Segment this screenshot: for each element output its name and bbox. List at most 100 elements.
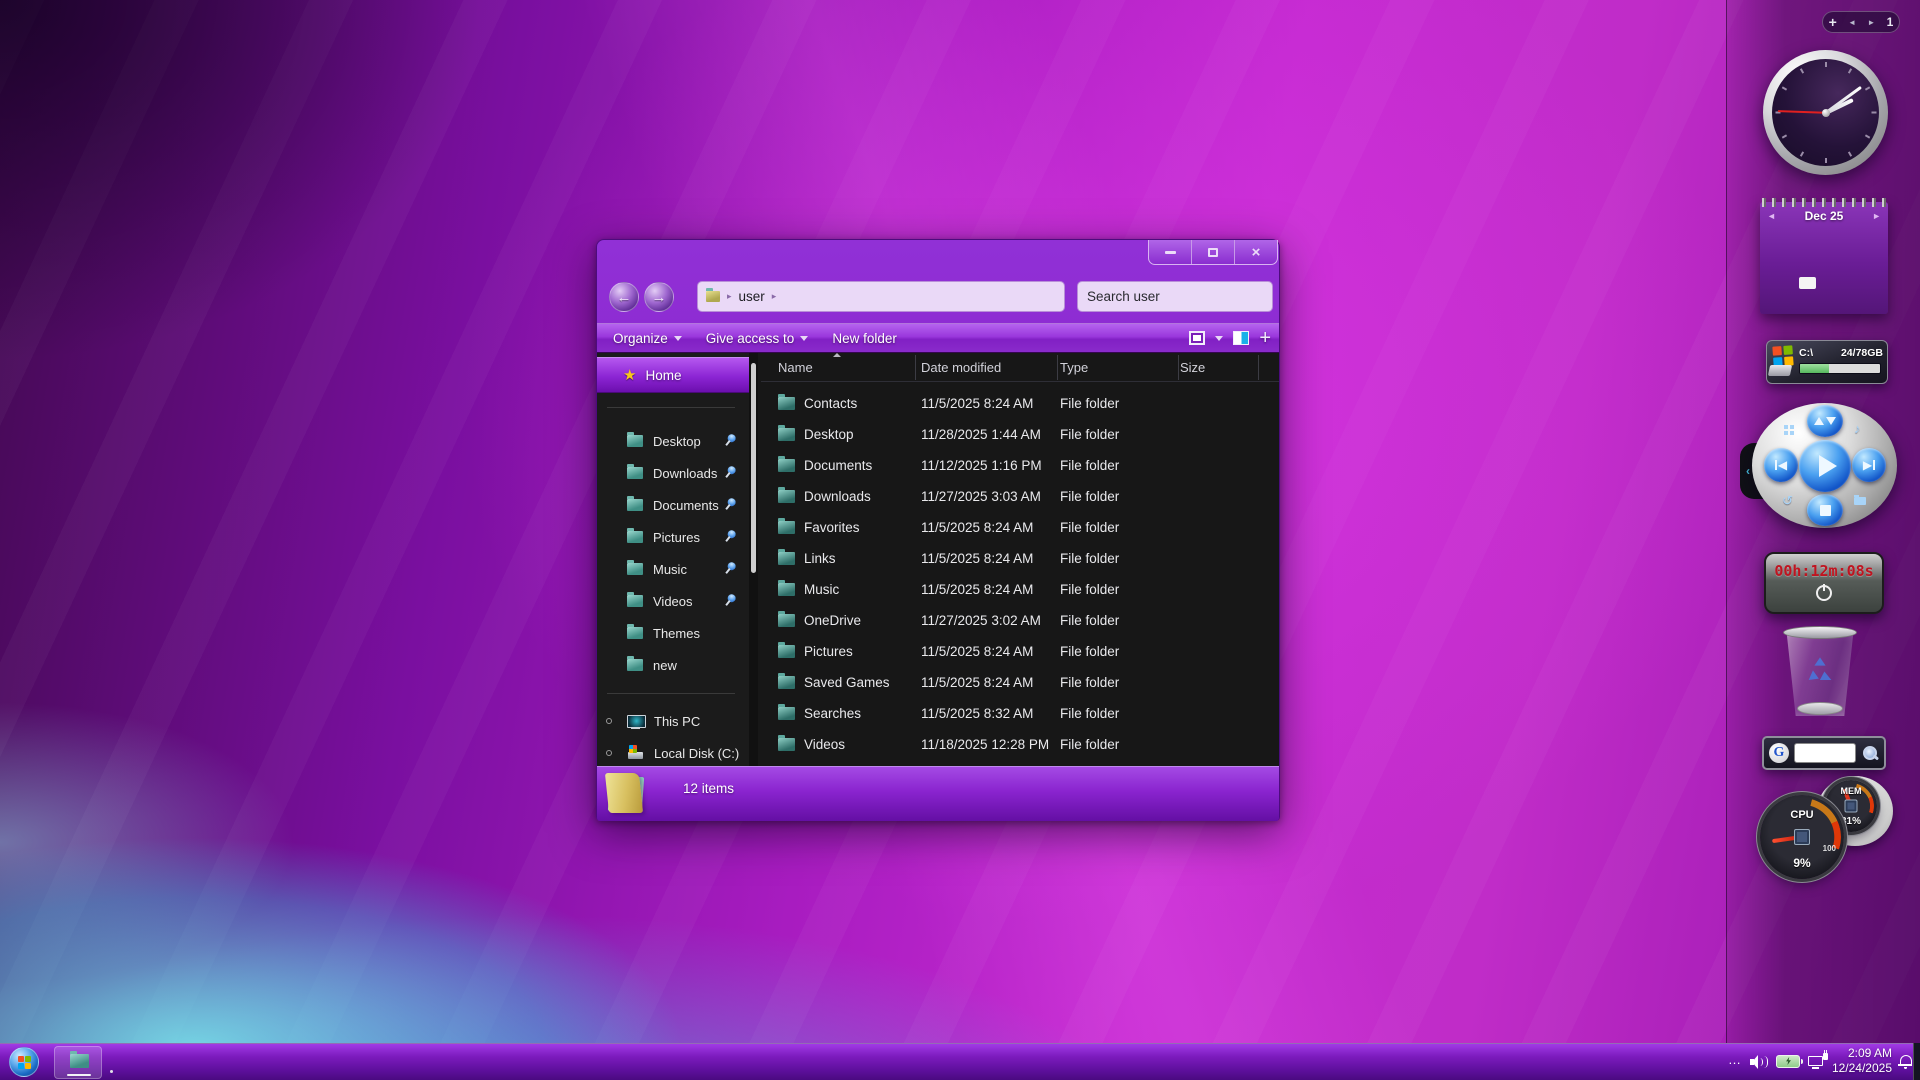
- chevron-down-icon[interactable]: [1215, 335, 1224, 341]
- sidebar-item[interactable]: Videos: [597, 585, 749, 617]
- file-row[interactable]: Documents 11/12/2025 1:16 PM File folder: [761, 450, 1279, 481]
- give-access-button[interactable]: Give access to: [694, 324, 821, 352]
- calendar-date[interactable]: [1866, 277, 1883, 290]
- calendar-next-button[interactable]: ►: [1872, 211, 1881, 221]
- file-row[interactable]: Music 11/5/2025 8:24 AM File folder: [761, 574, 1279, 605]
- calendar-date[interactable]: [1798, 276, 1816, 289]
- scrollbar-thumb[interactable]: [751, 363, 756, 573]
- sidebar-item-home[interactable]: ★ Home: [597, 357, 749, 393]
- file-row[interactable]: OneDrive 11/27/2025 3:02 AM File folder: [761, 605, 1279, 636]
- calendar-date[interactable]: [1832, 277, 1849, 290]
- column-header-type[interactable]: Type: [1052, 360, 1172, 375]
- file-row[interactable]: Links 11/5/2025 8:24 AM File folder: [761, 543, 1279, 574]
- minimize-button[interactable]: [1149, 240, 1192, 264]
- volume-icon[interactable]: [1750, 1055, 1768, 1069]
- search-input[interactable]: [1087, 289, 1263, 304]
- next-page-button[interactable]: ►: [1867, 18, 1875, 27]
- calendar-date[interactable]: [1765, 239, 1782, 252]
- calendar-date[interactable]: [1765, 277, 1782, 290]
- back-button[interactable]: ←: [609, 282, 639, 312]
- file-explorer-task-button[interactable]: [54, 1046, 102, 1079]
- expander-icon[interactable]: [606, 718, 612, 724]
- column-separator[interactable]: [1057, 355, 1058, 380]
- file-row[interactable]: Videos 11/18/2025 12:28 PM File folder: [761, 729, 1279, 760]
- calendar-date[interactable]: [1816, 277, 1833, 290]
- forward-button[interactable]: →: [644, 282, 674, 312]
- sidebar-item[interactable]: Documents: [597, 489, 749, 521]
- music-note-icon[interactable]: ♪: [1854, 421, 1861, 436]
- calendar-date[interactable]: [1765, 289, 1782, 302]
- prev-page-button[interactable]: ◄: [1848, 18, 1856, 27]
- calendar-date[interactable]: [1816, 239, 1833, 252]
- expand-ribbon-button[interactable]: +: [1259, 328, 1271, 348]
- recycle-bin[interactable]: [1782, 626, 1858, 720]
- explorer-window[interactable]: × ← → ▸ user ▸ Organize Give access to: [596, 239, 1280, 821]
- battery-icon[interactable]: [1776, 1055, 1803, 1068]
- file-row[interactable]: Downloads 11/27/2025 3:03 AM File folder: [761, 481, 1279, 512]
- sidebar-item-this-pc[interactable]: This PC: [597, 705, 749, 737]
- calendar-date[interactable]: [1849, 252, 1866, 265]
- playlist-grid-icon[interactable]: [1784, 425, 1788, 429]
- calendar-date[interactable]: [1782, 239, 1799, 252]
- previous-track-button[interactable]: ◀: [1764, 448, 1798, 482]
- calendar-date[interactable]: [1816, 264, 1833, 277]
- calendar-date[interactable]: [1866, 239, 1883, 252]
- column-header-size[interactable]: Size: [1172, 360, 1245, 375]
- tray-clock[interactable]: 2:09 AM 12/24/2025: [1832, 1046, 1892, 1076]
- calendar-date[interactable]: [1799, 289, 1816, 302]
- calendar-date[interactable]: [1849, 264, 1866, 277]
- column-header-date[interactable]: Date modified: [915, 360, 1052, 375]
- calendar-date[interactable]: [1849, 277, 1866, 290]
- calendar-date[interactable]: [1782, 277, 1799, 290]
- file-row[interactable]: Searches 11/5/2025 8:32 AM File folder: [761, 698, 1279, 729]
- calendar-date[interactable]: [1866, 264, 1883, 277]
- open-folder-icon[interactable]: [1854, 495, 1866, 505]
- sidebar-scrollbar[interactable]: [749, 353, 758, 766]
- repeat-icon[interactable]: ↺: [1782, 493, 1793, 509]
- calendar-date[interactable]: [1782, 289, 1799, 302]
- calendar-date[interactable]: [1799, 239, 1816, 252]
- sidebar-item-local-disk[interactable]: Local Disk (C:): [597, 737, 749, 766]
- column-header-name[interactable]: Name: [761, 360, 915, 375]
- play-button[interactable]: [1799, 440, 1851, 492]
- tray-overflow-button[interactable]: …: [1728, 1052, 1742, 1067]
- file-row[interactable]: Favorites 11/5/2025 8:24 AM File folder: [761, 512, 1279, 543]
- calendar-date[interactable]: [1765, 252, 1782, 265]
- address-bar[interactable]: ▸ user ▸: [697, 281, 1065, 312]
- sidebar-item[interactable]: Desktop: [597, 425, 749, 457]
- close-button[interactable]: ×: [1235, 240, 1277, 264]
- sidebar-item[interactable]: Downloads: [597, 457, 749, 489]
- sidebar-item[interactable]: Pictures: [597, 521, 749, 553]
- calendar-date[interactable]: [1832, 239, 1849, 252]
- calendar-date[interactable]: [1782, 264, 1799, 277]
- calendar-date[interactable]: [1799, 264, 1816, 277]
- volume-button[interactable]: [1807, 405, 1843, 437]
- column-separator[interactable]: [1178, 355, 1179, 380]
- file-row[interactable]: Saved Games 11/5/2025 8:24 AM File folde…: [761, 667, 1279, 698]
- calendar-date[interactable]: [1765, 264, 1782, 277]
- breadcrumb-path[interactable]: user: [739, 289, 765, 304]
- calendar-date[interactable]: [1832, 252, 1849, 265]
- next-track-button[interactable]: ▶: [1852, 448, 1886, 482]
- change-view-button[interactable]: [1189, 331, 1206, 345]
- column-separator[interactable]: [915, 355, 916, 380]
- start-button[interactable]: [9, 1047, 39, 1077]
- file-row[interactable]: Desktop 11/28/2025 1:44 AM File folder: [761, 419, 1279, 450]
- sidebar-item[interactable]: Themes: [597, 617, 749, 649]
- file-row[interactable]: Pictures 11/5/2025 8:24 AM File folder: [761, 636, 1279, 667]
- calendar-date[interactable]: [1782, 252, 1799, 265]
- maximize-button[interactable]: [1192, 240, 1235, 264]
- calendar-date[interactable]: [1832, 264, 1849, 277]
- calendar-prev-button[interactable]: ◄: [1767, 211, 1776, 221]
- column-separator[interactable]: [1258, 355, 1259, 380]
- add-gadget-button[interactable]: +: [1829, 14, 1837, 30]
- organize-button[interactable]: Organize: [597, 324, 694, 352]
- sidebar-item[interactable]: new: [597, 649, 749, 681]
- file-row[interactable]: Contacts 11/5/2025 8:24 AM File folder: [761, 388, 1279, 419]
- calendar-date[interactable]: [1816, 252, 1833, 265]
- calendar-date[interactable]: [1866, 252, 1883, 265]
- gadget-search-input[interactable]: [1794, 743, 1856, 763]
- calendar-date[interactable]: [1849, 239, 1866, 252]
- notifications-bell-icon[interactable]: [1898, 1055, 1912, 1069]
- calendar-date[interactable]: [1799, 252, 1816, 265]
